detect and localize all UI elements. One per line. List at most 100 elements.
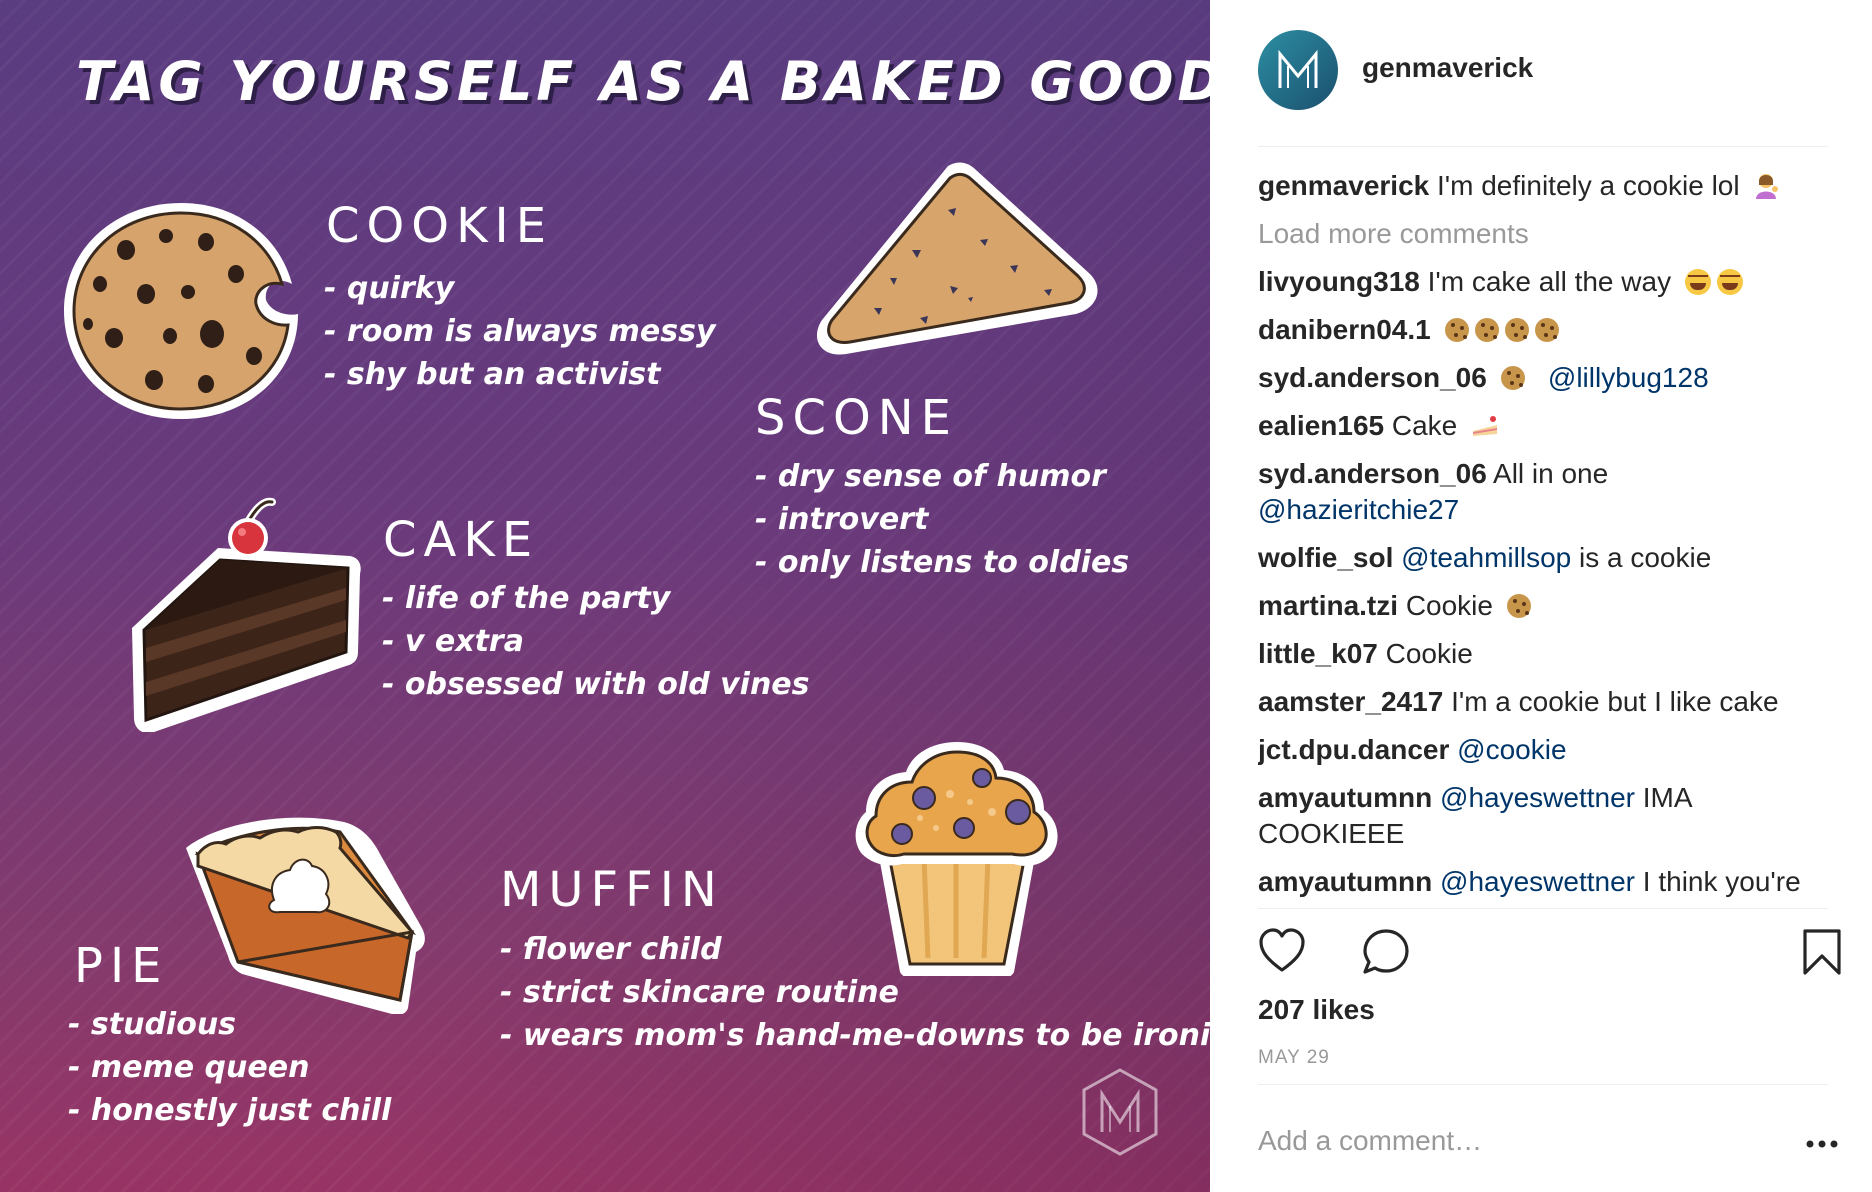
comment-mention[interactable]: @lillybug128 (1548, 362, 1709, 393)
cake-illustration (132, 497, 361, 732)
maverick-watermark-icon (1082, 1068, 1158, 1156)
comment-text: All in one (1493, 458, 1609, 489)
trait-item: - introvert (755, 502, 929, 537)
trait-item: - obsessed with old vines (382, 667, 810, 702)
load-more-comments[interactable]: Load more comments (1258, 216, 1828, 252)
cookie-icon (1500, 366, 1525, 390)
comment-bubble-icon[interactable] (1362, 928, 1410, 976)
comment: danibern04.1 (1258, 312, 1828, 348)
comment: syd.anderson_06 @lillybug128 (1258, 360, 1828, 396)
cookie-icon (1474, 318, 1499, 342)
bookmark-icon[interactable] (1802, 928, 1842, 976)
comment: ealien165 Cake (1258, 408, 1828, 444)
comment-divider (1258, 1084, 1828, 1085)
face-with-tears-of-joy-icon (1716, 269, 1743, 295)
comment-mention[interactable]: @hayeswettner (1440, 866, 1635, 897)
profile-avatar[interactable] (1258, 30, 1338, 110)
cookie-icon (1506, 594, 1531, 618)
comment-username[interactable]: jct.dpu.dancer (1258, 734, 1449, 765)
cookie-icon (1534, 318, 1559, 342)
comment-mention[interactable]: @teahmillsop (1401, 542, 1571, 573)
trait-item: - studious (68, 1007, 237, 1042)
comment-username[interactable]: danibern04.1 (1258, 314, 1431, 345)
woman-tipping-hand-icon (1756, 174, 1779, 199)
comment-text: Cake (1391, 410, 1458, 441)
trait-item: - honestly just chill (68, 1093, 392, 1128)
comment-mention[interactable]: @hazieritchie27 (1258, 494, 1459, 525)
trait-item: - meme queen (68, 1050, 310, 1085)
header-divider (1258, 146, 1828, 147)
trait-item: - room is always messy (324, 314, 716, 349)
cookie-icon (1504, 318, 1529, 342)
muffin-traits: - flower child - strict skincare routine… (500, 928, 1210, 1057)
comment-text: is a cookie (1579, 542, 1712, 573)
comment-username[interactable]: aamster_2417 (1258, 686, 1443, 717)
scone-title: SCONE (755, 390, 958, 446)
comment-text: I think you're (1642, 866, 1801, 897)
cake-traits: - life of the party - v extra - obsessed… (382, 577, 810, 706)
comment: jct.dpu.dancer @cookie (1258, 732, 1828, 768)
comment-username[interactable]: little_k07 (1258, 638, 1378, 669)
comment: amyautumnn @hayeswettner IMA COOKIEEE (1258, 780, 1828, 852)
face-with-tears-of-joy-icon (1684, 269, 1711, 295)
pie-illustration (186, 817, 425, 1014)
scone-traits: - dry sense of humor - introvert - only … (755, 455, 1129, 584)
comment-username[interactable]: martina.tzi (1258, 590, 1398, 621)
comment: amyautumnn @hayeswettner I think you're (1258, 864, 1828, 900)
comments-list[interactable]: genmaverick I'm definitely a cookie lol … (1258, 168, 1828, 906)
comment-text: Cookie (1385, 638, 1473, 669)
instagram-post-view: TAG YOURSELF AS A BAKED GOOD COOKIE - qu… (0, 0, 1872, 1192)
comment-mention[interactable]: @cookie (1457, 734, 1566, 765)
comment-username[interactable]: livyoung318 (1258, 266, 1420, 297)
add-comment-input[interactable]: Add a comment… (1258, 1125, 1482, 1157)
trait-item: - shy but an activist (324, 357, 661, 392)
comment-text: I'm a cookie but I like cake (1451, 686, 1779, 717)
trait-item: - only listens to oldies (755, 545, 1130, 580)
action-bar (1258, 924, 1841, 980)
cookie-illustration (64, 203, 298, 419)
comment-username[interactable]: ealien165 (1258, 410, 1384, 441)
header-username[interactable]: genmaverick (1362, 52, 1533, 84)
more-options-icon[interactable] (1802, 1130, 1842, 1158)
like-heart-icon[interactable] (1258, 928, 1306, 974)
comment-username[interactable]: amyautumnn (1258, 866, 1432, 897)
post-date: MAY 29 (1258, 1047, 1330, 1068)
cookie-title: COOKIE (326, 198, 554, 254)
trait-item: - life of the party (382, 581, 671, 616)
comment: martina.tzi Cookie (1258, 588, 1828, 624)
trait-item: - flower child (500, 932, 722, 967)
muffin-title: MUFFIN (500, 862, 724, 918)
actions-divider (1258, 908, 1828, 909)
caption: genmaverick I'm definitely a cookie lol (1258, 168, 1828, 204)
post-image[interactable]: TAG YOURSELF AS A BAKED GOOD COOKIE - qu… (0, 0, 1210, 1192)
pie-title: PIE (74, 938, 169, 994)
post-side-panel: genmaverick genmaverick I'm definitely a… (1210, 0, 1872, 1192)
comment: aamster_2417 I'm a cookie but I like cak… (1258, 684, 1828, 720)
trait-item: - dry sense of humor (755, 459, 1106, 494)
comment-username[interactable]: syd.anderson_06 (1258, 362, 1487, 393)
scone-illustration (816, 162, 1098, 355)
cookie-icon (1444, 318, 1469, 342)
poster-title: TAG YOURSELF AS A BAKED GOOD (76, 50, 1210, 113)
comment-username[interactable]: syd.anderson_06 (1258, 458, 1487, 489)
comment-username[interactable]: wolfie_sol (1258, 542, 1393, 573)
trait-item: - wears mom's hand-me-downs to be ironic (500, 1018, 1210, 1053)
likes-count[interactable]: 207 likes (1258, 994, 1375, 1026)
cake-title: CAKE (383, 512, 540, 568)
trait-item: - v extra (382, 624, 524, 659)
trait-item: - quirky (324, 271, 455, 306)
comment: wolfie_sol @teahmillsop is a cookie (1258, 540, 1828, 576)
comment: little_k07 Cookie (1258, 636, 1828, 672)
cookie-traits: - quirky - room is always messy - shy bu… (324, 267, 716, 396)
pie-traits: - studious - meme queen - honestly just … (68, 1003, 391, 1132)
comment: syd.anderson_06 All in one @hazieritchie… (1258, 456, 1828, 528)
comment-text: Cookie (1405, 590, 1493, 621)
comment-text: I'm cake all the way (1427, 266, 1672, 297)
comment-username[interactable]: amyautumnn (1258, 782, 1432, 813)
shortcake-icon (1473, 416, 1498, 436)
caption-text: I'm definitely a cookie lol (1437, 170, 1740, 201)
comment-mention[interactable]: @hayeswettner (1440, 782, 1635, 813)
trait-item: - strict skincare routine (500, 975, 899, 1010)
caption-username[interactable]: genmaverick (1258, 170, 1429, 201)
comment: livyoung318 I'm cake all the way (1258, 264, 1828, 300)
